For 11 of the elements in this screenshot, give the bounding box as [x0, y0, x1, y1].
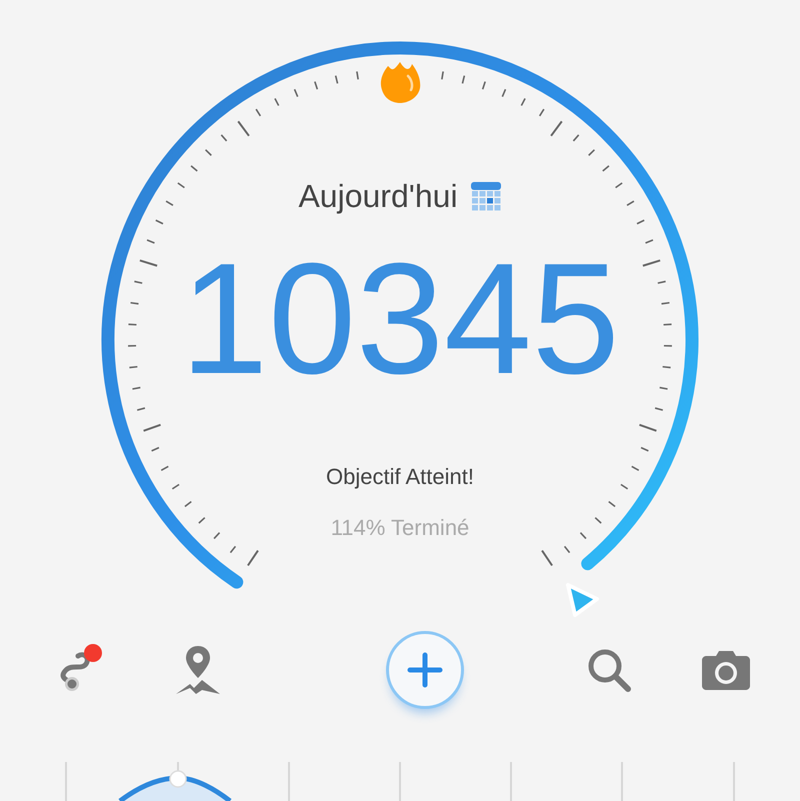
arrow-head-icon	[566, 583, 599, 617]
progress-text: 114% Terminé	[330, 514, 470, 542]
plus-icon	[407, 652, 443, 688]
step-count: 10345	[180, 240, 620, 398]
goal-status: Objectif Atteint!	[326, 463, 474, 491]
camera-icon[interactable]	[702, 650, 750, 690]
search-icon[interactable]	[586, 647, 632, 693]
flame-icon	[380, 62, 420, 103]
calendar-icon[interactable]	[470, 180, 502, 212]
add-button[interactable]	[386, 631, 464, 709]
date-title: Aujourd'hui	[298, 177, 458, 216]
